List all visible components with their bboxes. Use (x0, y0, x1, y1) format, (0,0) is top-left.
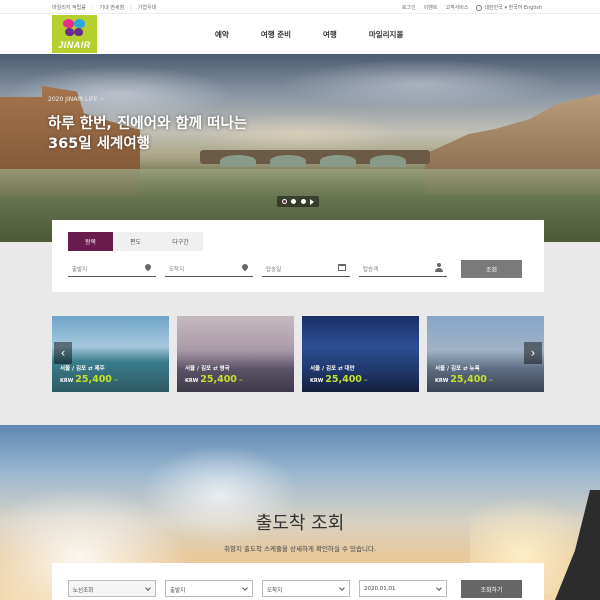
card-price: KRW 25,400 ~ (185, 374, 243, 385)
schedule-date-value: 2020.01.01 (364, 586, 396, 592)
play-icon[interactable] (309, 198, 314, 205)
card-price: KRW 25,400 ~ (435, 374, 493, 385)
carousel-controls (277, 196, 319, 207)
depart-date-placeholder: 탑승일 (266, 267, 282, 273)
schedule-title: 출도착 조회 (255, 513, 345, 534)
chevron-down-icon (242, 585, 248, 591)
hero-banner[interactable]: 2020 JINAIR LIFE ~ 하루 한번, 진에어와 함께 떠나는 36… (0, 54, 600, 242)
trip-type-tabs: 왕복 편도 다구간 (68, 232, 203, 251)
chevron-down-icon (339, 585, 345, 591)
destination-card-taiwan[interactable]: 서울 / 김포 ⇄ 대만 KRW 25,400 ~ (302, 316, 419, 392)
passengers-placeholder: 탑승객 (363, 267, 379, 273)
route-type-value: 노선조회 (73, 588, 94, 594)
event-link[interactable]: 이벤트 (424, 4, 438, 11)
chevron-right-icon[interactable]: › (524, 342, 542, 364)
card-route: 서울 / 김포 ⇄ 뉴욕 (435, 366, 480, 372)
carousel-dot-3[interactable] (300, 199, 306, 204)
chevron-left-icon[interactable]: ‹ (54, 342, 72, 364)
logo-text: JINAIR (58, 40, 91, 50)
tab-multi-city[interactable]: 다구간 (158, 232, 203, 251)
region-selector[interactable]: 대한민국 ▾ 한국어 English (476, 4, 542, 11)
schedule-panel: 노선조회 출발지 도착지 2020.01.01 조회하기 (52, 563, 544, 600)
nav-mileage-mall[interactable]: 마일리지몰 (369, 29, 404, 40)
card-route: 서울 / 김포 ⇄ 제주 (60, 366, 105, 372)
duty-free-link[interactable]: 기내 면세점 (92, 4, 124, 11)
schedule-fields: 노선조회 출발지 도착지 2020.01.01 (68, 580, 456, 597)
nav-booking[interactable]: 예약 (215, 29, 229, 40)
tab-round-trip[interactable]: 왕복 (68, 232, 113, 251)
flight-schedule-section: 출도착 조회 취항지 출도착 스케줄을 상세하게 확인하실 수 있습니다. 노선… (0, 425, 600, 600)
globe-icon (476, 4, 483, 11)
location-pin-icon (143, 262, 153, 272)
depart-date-field[interactable]: 탑승일 (262, 260, 350, 277)
nav-travel-prep[interactable]: 여행 준비 (261, 29, 291, 40)
hero-headline: 하루 한번, 진에어와 함께 떠나는 365일 세계여행 (48, 116, 248, 152)
card-price: KRW 25,400 ~ (60, 374, 118, 385)
utility-links-right: 로그인 이벤트 고객서비스 대한민국 ▾ 한국어 English (402, 4, 542, 11)
schedule-date-field[interactable]: 2020.01.01 (359, 580, 447, 597)
hero-eyebrow: 2020 JINAIR LIFE ~ (48, 96, 105, 103)
card-route: 서울 / 김포 ⇄ 영국 (185, 366, 230, 372)
carousel-dot-2[interactable] (291, 199, 297, 204)
mileage-rate-link[interactable]: 마일리지 적립률 (52, 4, 86, 11)
person-icon (435, 263, 443, 272)
schedule-subtitle: 취항지 출도착 스케줄을 상세하게 확인하실 수 있습니다. (223, 545, 376, 553)
booking-fields: 출발지 도착지 탑승일 탑승객 (68, 260, 456, 277)
origin-field[interactable]: 출발지 (68, 260, 156, 277)
carousel-dot-1[interactable] (282, 199, 288, 204)
utility-bar: 마일리지 적립률 기내 면세점 기업우대 로그인 이벤트 고객서비스 대한민국 … (0, 0, 600, 14)
tab-one-way[interactable]: 편도 (113, 232, 158, 251)
location-pin-icon (240, 262, 250, 272)
customer-service-link[interactable]: 고객서비스 (445, 4, 468, 11)
schedule-search-button[interactable]: 조회하기 (461, 580, 522, 598)
schedule-origin-value: 출발지 (170, 588, 186, 594)
login-link[interactable]: 로그인 (402, 4, 416, 11)
schedule-destination-field[interactable]: 도착지 (262, 580, 350, 597)
main-nav: 예약 여행 준비 여행 마일리지몰 (215, 29, 435, 40)
destination-placeholder: 도착지 (169, 267, 185, 273)
destination-card-uk[interactable]: 서울 / 김포 ⇄ 영국 KRW 25,400 ~ (177, 316, 294, 392)
card-route: 서울 / 김포 ⇄ 대만 (310, 366, 355, 372)
jinair-logo[interactable]: JINAIR (52, 15, 97, 53)
search-button[interactable]: 조회 (461, 260, 522, 278)
destination-cards: 서울 / 김포 ⇄ 제주 KRW 25,400 ~ 서울 / 김포 ⇄ 영국 KR… (52, 316, 544, 392)
schedule-origin-field[interactable]: 출발지 (165, 580, 253, 597)
utility-links-left: 마일리지 적립률 기내 면세점 기업우대 (52, 4, 156, 11)
origin-placeholder: 출발지 (72, 267, 88, 273)
booking-panel: 왕복 편도 다구간 출발지 도착지 탑승일 탑승객 조회 (52, 220, 544, 292)
destination-field[interactable]: 도착지 (165, 260, 253, 277)
chevron-down-icon (145, 585, 151, 591)
schedule-destination-value: 도착지 (267, 588, 283, 594)
region-label: 대한민국 ▾ 한국어 English (484, 5, 542, 11)
main-header: JINAIR 예약 여행 준비 여행 마일리지몰 (0, 14, 600, 54)
card-price: KRW 25,400 ~ (310, 374, 368, 385)
route-type-select[interactable]: 노선조회 (68, 580, 156, 597)
nav-travel[interactable]: 여행 (323, 29, 337, 40)
corporate-link[interactable]: 기업우대 (130, 4, 156, 11)
butterfly-icon (62, 19, 86, 39)
passengers-field[interactable]: 탑승객 (359, 260, 447, 277)
chevron-down-icon (436, 585, 442, 591)
calendar-icon (338, 264, 346, 271)
